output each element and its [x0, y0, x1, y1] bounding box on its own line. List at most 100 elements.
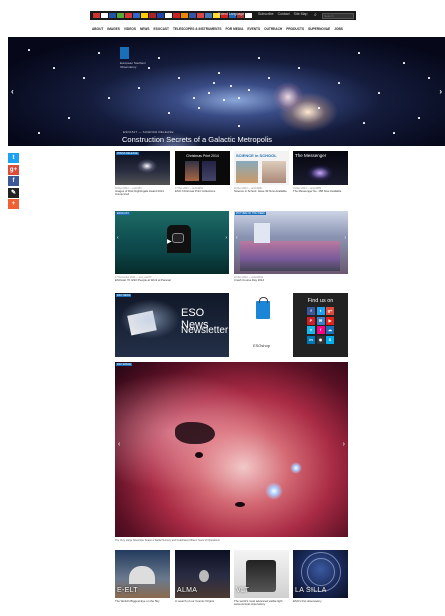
shopping-bag-icon: [256, 297, 270, 319]
hero-banner[interactable]: European Southern Observatory ‹ › ESO151…: [8, 37, 445, 146]
nav-item-videos[interactable]: VIDEOS: [124, 27, 136, 31]
edit-icon[interactable]: ✎: [8, 187, 19, 198]
potw-title[interactable]: Crash Course Day 2014: [234, 278, 348, 282]
language-flag-icon[interactable]: [125, 13, 132, 18]
nav-item-images[interactable]: IMAGES: [107, 27, 120, 31]
language-flag-icon[interactable]: [101, 13, 108, 18]
star-icon: [230, 85, 232, 87]
more-share-icon[interactable]: +: [8, 199, 19, 209]
subscribe-link[interactable]: Subscribe: [258, 12, 274, 16]
social-link-icon[interactable]: in: [307, 335, 315, 344]
feature-tag: ESO IMAGE: [116, 363, 133, 367]
nav-item-telescopes[interactable]: TELESCOPES & INSTRUMENTS: [173, 27, 222, 31]
nav-item-supernovae[interactable]: SUPERNOVAE: [308, 27, 330, 31]
star-icon: [53, 67, 55, 69]
star-icon: [223, 99, 225, 101]
language-flag-icon[interactable]: [109, 13, 116, 18]
eso-news-banner[interactable]: ESO NEWS ESO News Newsletter: [115, 293, 229, 357]
news-title[interactable]: Science in School: Issue 30 Now Availabl…: [234, 189, 289, 193]
next-arrow-icon[interactable]: ›: [225, 235, 227, 241]
social-link-icon[interactable]: ✉: [316, 316, 325, 325]
social-link-icon[interactable]: g+: [326, 307, 334, 315]
nav-item-about[interactable]: ABOUT: [92, 27, 103, 31]
next-arrow-icon[interactable]: ›: [344, 235, 346, 241]
prev-arrow-icon[interactable]: ‹: [11, 87, 14, 96]
play-icon[interactable]: ▶: [167, 238, 172, 245]
language-flag-icon[interactable]: [93, 13, 100, 18]
sitemap-link[interactable]: Site Map: [294, 12, 308, 16]
esocast-card[interactable]: ESOCAST ‹ › ▶ 17 December 2014 — eso_cas…: [115, 211, 229, 282]
next-arrow-icon[interactable]: ›: [343, 441, 345, 448]
lasilla-caption[interactable]: ESO's first observatory: [293, 599, 348, 603]
vlt-caption[interactable]: The world's most advanced visible light …: [234, 599, 289, 607]
prev-arrow-icon[interactable]: ‹: [236, 235, 238, 241]
language-flag-icon[interactable]: [133, 13, 140, 18]
main-nav: ABOUT IMAGES VIDEOS NEWS ESOCAST TELESCO…: [90, 25, 356, 33]
next-arrow-icon[interactable]: ›: [439, 87, 442, 96]
language-flag-icon[interactable]: [149, 13, 156, 18]
twitter-icon[interactable]: t: [8, 153, 19, 163]
nav-item-news[interactable]: NEWS: [140, 27, 150, 31]
alma-label: ALMA: [177, 587, 198, 594]
eso-shop-banner[interactable]: ESOshop: [234, 293, 289, 357]
news-thumbnail: PRESS RELEASE: [115, 151, 170, 185]
nav-item-jobs[interactable]: JOBS: [334, 27, 343, 31]
feature-image[interactable]: ESO IMAGE ‹ ›: [115, 362, 348, 537]
nav-item-esocast[interactable]: ESOCAST: [154, 27, 169, 31]
prev-arrow-icon[interactable]: ‹: [118, 441, 120, 448]
language-flag-icon[interactable]: [197, 13, 204, 18]
social-link-icon[interactable]: t: [316, 307, 325, 315]
contact-link[interactable]: Contact: [278, 12, 290, 16]
feature-caption[interactable]: The Very Large Telescope Snaps a Stellar…: [115, 539, 220, 542]
social-link-icon[interactable]: S: [326, 335, 334, 344]
social-link-icon[interactable]: ☁: [326, 326, 334, 334]
language-flag-icon[interactable]: [157, 13, 164, 18]
star-icon: [428, 77, 430, 79]
language-selector[interactable]: Select Language ▾: [218, 12, 247, 16]
language-flag-icon[interactable]: [117, 13, 124, 18]
esocast-title[interactable]: ESOcast 70: ESO People at Work at Parana…: [115, 278, 229, 282]
eso-logo-text: European Southern Observatory: [120, 61, 147, 69]
potw-card[interactable]: PICTURE OF THE WEEK ‹ › 22 Dec 2014 — po…: [234, 211, 348, 282]
search-icon[interactable]: ⌕: [314, 12, 319, 18]
language-flag-icon[interactable]: [141, 13, 148, 18]
eelt-caption[interactable]: The World's Biggest Eye on the Sky: [115, 599, 170, 603]
nav-item-outreach[interactable]: OUTREACH: [264, 27, 282, 31]
news-card[interactable]: Christmas Print 2014 17 Dec 2014 — ann14…: [175, 151, 230, 193]
hero-title[interactable]: Construction Secrets of a Galactic Metro…: [122, 135, 272, 144]
language-flag-icon[interactable]: [165, 13, 172, 18]
news-card[interactable]: SCIENCE in SCHOOL 16 Dec 2014 — ann14090…: [234, 151, 289, 193]
social-links: f t g+ P ✉ ▶ v f ☁ in ◉ S: [293, 307, 348, 344]
observatory-card-alma[interactable]: ALMA In search of our Cosmic Origins: [175, 550, 230, 603]
social-link-icon[interactable]: ▶: [326, 316, 334, 325]
nav-item-media[interactable]: FOR MEDIA: [225, 27, 243, 31]
news-title[interactable]: ESO Christmas Print Collections: [175, 189, 230, 193]
google-plus-icon[interactable]: g+: [8, 164, 19, 175]
news-card[interactable]: PRESS RELEASE 18 Dec 2014 — eso1443 Imag…: [115, 151, 170, 196]
observatory-card-vlt[interactable]: VLT The world's most advanced visible li…: [234, 550, 289, 607]
news-card[interactable]: The Messenger 15 Dec 2014 — ann14089 The…: [293, 151, 348, 193]
facebook-icon[interactable]: f: [8, 176, 19, 186]
social-link-icon[interactable]: f: [307, 307, 315, 315]
social-link-icon[interactable]: v: [307, 326, 315, 334]
language-flag-icon[interactable]: [173, 13, 180, 18]
observatory-card-eelt[interactable]: E-ELT The World's Biggest Eye on the Sky: [115, 550, 170, 603]
social-link-icon[interactable]: ◉: [316, 335, 325, 344]
news-title[interactable]: The Messenger No. 158 Now Available: [293, 189, 348, 193]
language-flag-icon[interactable]: [181, 13, 188, 18]
christmas-print-text: Christmas Print 2014: [186, 154, 219, 158]
news-thumbnail: The Messenger: [293, 151, 348, 185]
eso-logo[interactable]: [120, 47, 129, 59]
news-title[interactable]: Images of Rick Nightingale Award 2014 An…: [115, 189, 170, 197]
nav-item-products[interactable]: PRODUCTS: [286, 27, 304, 31]
language-flag-icon[interactable]: [189, 13, 196, 18]
nav-item-events[interactable]: EVENTS: [247, 27, 260, 31]
prev-arrow-icon[interactable]: ‹: [117, 235, 119, 241]
language-flag-icon[interactable]: [205, 13, 212, 18]
star-icon: [378, 92, 380, 94]
social-link-icon[interactable]: P: [307, 316, 315, 325]
social-link-icon[interactable]: f: [316, 326, 325, 334]
search-input[interactable]: [322, 12, 354, 19]
observatory-card-lasilla[interactable]: LA SILLA ESO's first observatory: [293, 550, 348, 603]
alma-caption[interactable]: In search of our Cosmic Origins: [175, 599, 230, 603]
